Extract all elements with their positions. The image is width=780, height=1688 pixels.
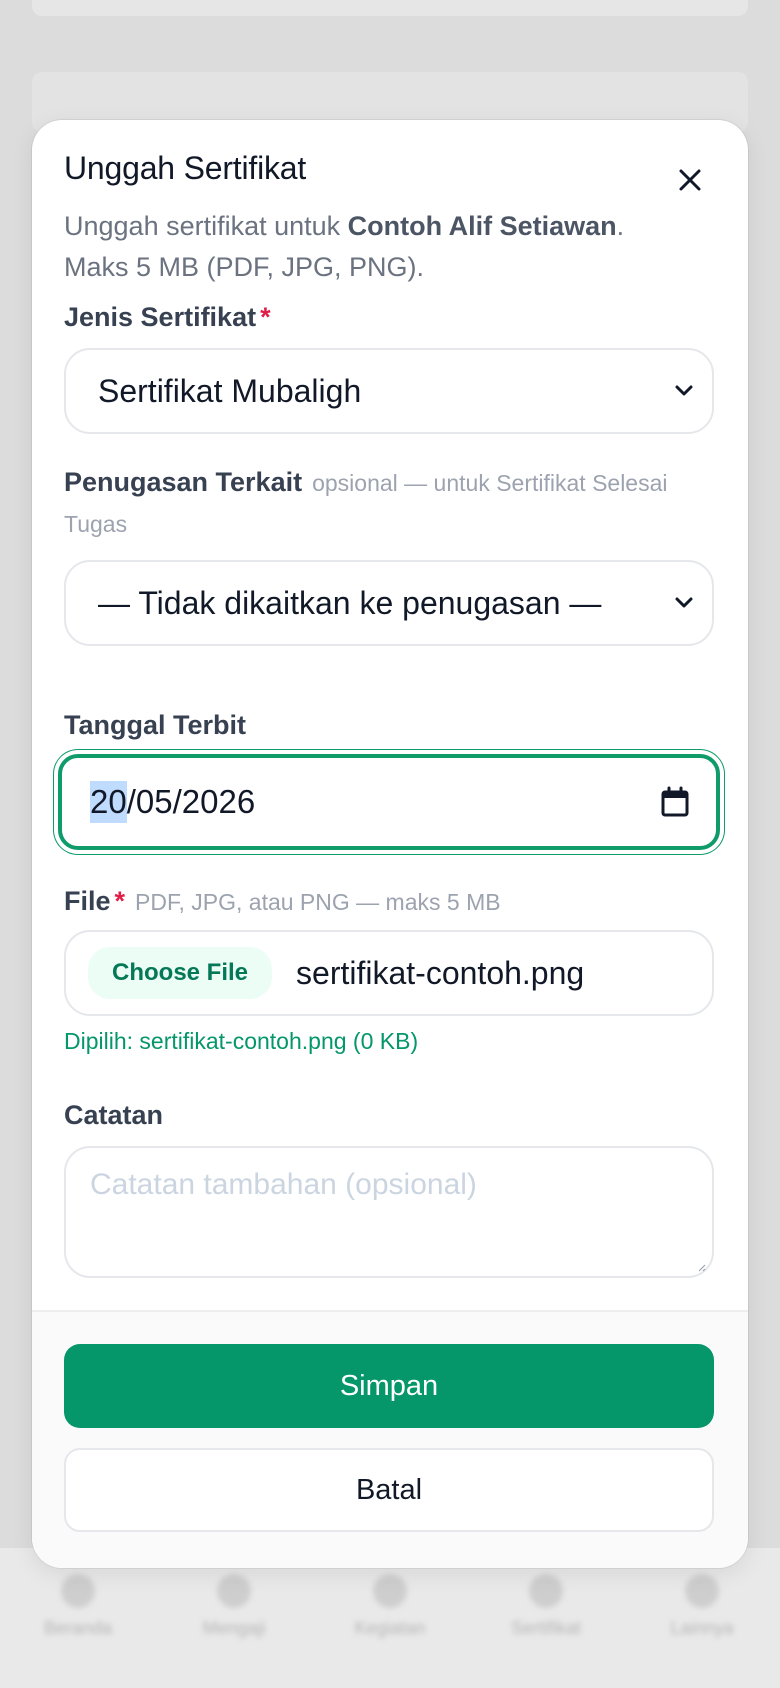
- background-card: [32, 0, 748, 16]
- home-icon: [61, 1574, 95, 1608]
- nav-item-label: Sertifikat: [510, 1618, 582, 1638]
- file-input[interactable]: Choose File sertifikat-contoh.png: [64, 930, 714, 1016]
- modal-footer: Simpan Batal: [32, 1310, 748, 1568]
- nav-item-mengaji: Mengaji: [174, 1574, 294, 1639]
- nav-item-label: Kegiatan: [354, 1618, 426, 1638]
- textarea-placeholder: Catatan tambahan (opsional): [90, 1168, 477, 1201]
- choose-file-button[interactable]: Choose File: [88, 947, 273, 999]
- select-value: Sertifikat Mubaligh: [98, 372, 362, 409]
- cancel-button[interactable]: Batal: [64, 1448, 714, 1532]
- modal-description: Unggah sertifikat untuk Contoh Alif Seti…: [64, 206, 704, 288]
- nav-item-beranda: Beranda: [18, 1574, 138, 1639]
- date-day-segment[interactable]: 20: [90, 781, 127, 823]
- nav-item-kegiatan: Kegiatan: [330, 1574, 450, 1639]
- label-text: Jenis Sertifikat: [64, 302, 257, 332]
- label-text: Tanggal Terbit: [64, 710, 246, 740]
- label-text: File: [64, 886, 111, 916]
- required-mark: *: [114, 886, 126, 916]
- member-name: Contoh Alif Setiawan: [347, 211, 617, 241]
- description-suffix: .: [616, 211, 625, 241]
- jenis-sertifikat-select[interactable]: Sertifikat Mubaligh: [64, 348, 714, 434]
- date-rest-segment[interactable]: /05/2026: [127, 783, 255, 821]
- close-icon: [679, 169, 701, 191]
- description-prefix: Unggah sertifikat untuk: [64, 211, 348, 241]
- tanggal-terbit-label: Tanggal Terbit: [64, 710, 246, 741]
- jenis-sertifikat-label: Jenis Sertifikat *: [64, 302, 271, 333]
- label-text: Penugasan Terkait: [64, 467, 303, 497]
- file-label: File * PDF, JPG, atau PNG — maks 5 MB: [64, 886, 501, 917]
- nav-item-label: Beranda: [43, 1618, 113, 1638]
- catatan-label: Catatan: [64, 1100, 163, 1131]
- nav-item-lainnya: Lainnya: [642, 1574, 762, 1639]
- catatan-textarea[interactable]: Catatan tambahan (opsional): [64, 1146, 714, 1278]
- label-text: Catatan: [64, 1100, 164, 1130]
- tanggal-terbit-input[interactable]: 20/05/2026: [58, 754, 720, 850]
- description-limits: Maks 5 MB (PDF, JPG, PNG).: [64, 252, 425, 282]
- penugasan-select[interactable]: — Tidak dikaitkan ke penugasan —: [64, 560, 714, 646]
- upload-certificate-modal: Unggah Sertifikat Unggah sertifikat untu…: [32, 120, 748, 1568]
- required-mark: *: [260, 302, 271, 332]
- chosen-file-name: sertifikat-contoh.png: [296, 954, 585, 991]
- close-button[interactable]: [674, 164, 706, 196]
- book-icon: [217, 1574, 251, 1608]
- certificate-icon: [529, 1574, 563, 1608]
- selected-file-info: Dipilih: sertifikat-contoh.png (0 KB): [64, 1028, 419, 1054]
- menu-icon: [685, 1574, 719, 1608]
- chevron-down-icon: [675, 597, 693, 608]
- penugasan-terkait-label: Penugasan Terkait opsional — untuk Sertif…: [64, 462, 714, 544]
- field-hint: PDF, JPG, atau PNG — maks 5 MB: [135, 889, 501, 915]
- modal-title: Unggah Sertifikat: [64, 150, 307, 186]
- save-button[interactable]: Simpan: [64, 1344, 714, 1428]
- nav-item-label: Mengaji: [202, 1618, 266, 1638]
- calendar-icon[interactable]: [660, 786, 690, 818]
- select-value: — Tidak dikaitkan ke penugasan —: [98, 584, 602, 621]
- chevron-down-icon: [675, 385, 693, 396]
- bottom-navigation: Beranda Mengaji Kegiatan Sertifikat Lain…: [0, 1548, 780, 1688]
- nav-item-label: Lainnya: [670, 1618, 734, 1638]
- calendar-icon: [373, 1574, 407, 1608]
- resize-handle-icon[interactable]: [696, 1262, 706, 1272]
- nav-item-sertifikat: Sertifikat: [486, 1574, 606, 1639]
